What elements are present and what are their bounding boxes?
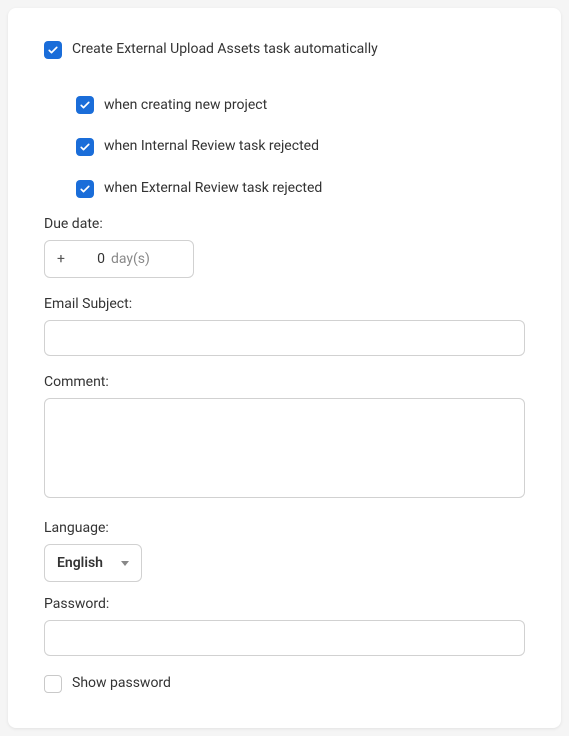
due-date-unit: day(s) bbox=[111, 251, 150, 267]
email-subject-label: Email Subject: bbox=[44, 296, 525, 312]
email-subject-input[interactable] bbox=[44, 320, 525, 356]
comment-section: Comment: bbox=[44, 374, 525, 502]
sub-external-rejected-label: when External Review task rejected bbox=[104, 179, 322, 199]
sub-external-rejected-row: when External Review task rejected bbox=[76, 179, 525, 199]
auto-task-sub-group: when creating new project when Internal … bbox=[44, 96, 525, 199]
auto-task-checkbox[interactable] bbox=[44, 41, 62, 59]
due-date-value: 0 bbox=[83, 251, 105, 267]
comment-input[interactable] bbox=[44, 398, 525, 498]
due-date-section: Due date: + 0 day(s) bbox=[44, 216, 525, 278]
due-date-label: Due date: bbox=[44, 216, 525, 232]
sub-internal-rejected-checkbox[interactable] bbox=[76, 138, 94, 156]
check-icon bbox=[79, 141, 91, 153]
chevron-down-icon bbox=[121, 561, 129, 566]
language-selected: English bbox=[57, 555, 103, 571]
password-label: Password: bbox=[44, 596, 525, 612]
due-date-sign: + bbox=[57, 251, 65, 267]
show-password-label: Show password bbox=[72, 674, 171, 694]
check-icon bbox=[47, 44, 59, 56]
language-select[interactable]: English bbox=[44, 544, 142, 582]
password-input[interactable] bbox=[44, 620, 525, 656]
sub-internal-rejected-label: when Internal Review task rejected bbox=[104, 137, 319, 157]
show-password-checkbox[interactable] bbox=[44, 675, 62, 693]
auto-task-row: Create External Upload Assets task autom… bbox=[44, 40, 525, 60]
sub-when-creating-label: when creating new project bbox=[104, 96, 267, 116]
language-section: Language: English bbox=[44, 520, 525, 582]
sub-when-creating-checkbox[interactable] bbox=[76, 96, 94, 114]
check-icon bbox=[79, 183, 91, 195]
show-password-row: Show password bbox=[44, 674, 525, 694]
check-icon bbox=[79, 99, 91, 111]
sub-internal-rejected-row: when Internal Review task rejected bbox=[76, 137, 525, 157]
email-subject-section: Email Subject: bbox=[44, 296, 525, 356]
password-section: Password: bbox=[44, 596, 525, 656]
language-label: Language: bbox=[44, 520, 525, 536]
comment-label: Comment: bbox=[44, 374, 525, 390]
settings-card: Create External Upload Assets task autom… bbox=[8, 8, 561, 728]
auto-task-label: Create External Upload Assets task autom… bbox=[72, 40, 378, 60]
due-date-input[interactable]: + 0 day(s) bbox=[44, 240, 194, 278]
sub-when-creating-row: when creating new project bbox=[76, 96, 525, 116]
sub-external-rejected-checkbox[interactable] bbox=[76, 180, 94, 198]
